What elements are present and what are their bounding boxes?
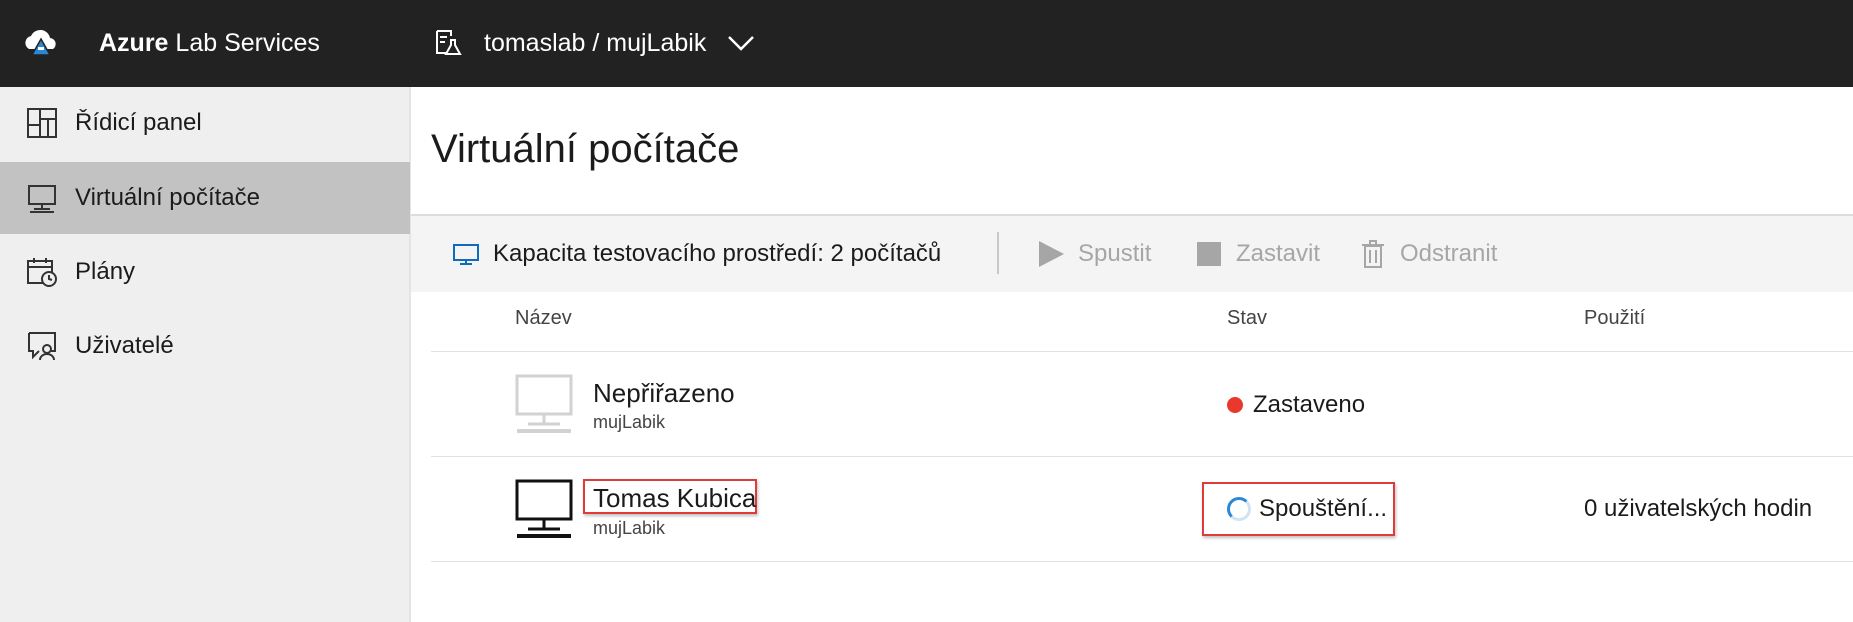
app-title: Azure Lab Services [99,28,320,57]
lab-selector[interactable]: tomaslab / mujLabik [434,20,756,66]
toolbar: Kapacita testovacího prostředí: 2 počíta… [411,216,1853,292]
brand[interactable]: Azure Lab Services [20,18,320,68]
divider [431,456,1853,457]
computer-icon [515,374,573,433]
computer-icon [515,479,573,538]
sidebar-item-users[interactable]: Uživatelé [0,310,410,382]
page-title: Virtuální počítače [431,127,740,171]
stop-icon [1197,242,1221,266]
delete-label: Odstranit [1400,240,1498,267]
capacity-label: Kapacita testovacího prostředí: 2 počíta… [493,240,942,267]
trash-icon [1362,240,1384,268]
start-button[interactable]: Spustit [1036,216,1151,292]
column-header-usage[interactable]: Použití [1584,307,1645,330]
main-content: Virtuální počítače Kapacita testovacího … [411,87,1853,622]
stop-label: Zastavit [1236,240,1321,267]
status-text: Spouštění... [1259,495,1388,522]
status-badge: Spouštění... [1227,495,1387,523]
divider [431,561,1853,562]
sidebar: Řídicí panel Virtuální počítače Plány Už… [0,87,411,622]
chevron-down-icon [728,36,755,51]
sidebar-item-label: Virtuální počítače [75,184,261,211]
lab-flask-icon [436,30,462,55]
capacity-info: Kapacita testovacího prostředí: 2 počíta… [451,216,941,292]
sidebar-item-label: Plány [75,258,136,285]
column-header-status[interactable]: Stav [1227,307,1267,330]
sidebar-item-label: Řídicí panel [75,109,202,136]
sidebar-item-dashboard[interactable]: Řídicí panel [0,87,410,159]
breadcrumb: tomaslab / mujLabik [484,28,707,57]
usage-text: 0 uživatelských hodin [1584,495,1813,522]
vm-name: Nepřiřazeno [593,378,735,408]
spinner-icon [1227,497,1251,521]
monitor-icon [453,244,479,265]
stop-button[interactable]: Zastavit [1194,216,1320,292]
top-bar: Azure Lab Services tomaslab / mujLabik [0,0,1853,87]
vm-lab: mujLabik [593,518,666,538]
users-icon [28,332,56,361]
start-label: Spustit [1078,240,1152,267]
sidebar-item-label: Uživatelé [75,332,174,359]
dashboard-icon [27,108,57,138]
column-header-name[interactable]: Název [515,307,572,330]
delete-button[interactable]: Odstranit [1358,216,1497,292]
status-badge: Zastaveno [1227,391,1365,419]
sidebar-item-virtual-machines[interactable]: Virtuální počítače [0,162,410,234]
calendar-clock-icon [27,258,57,287]
play-icon [1039,241,1064,267]
sidebar-item-schedules[interactable]: Plány [0,236,410,308]
status-dot [1227,397,1243,413]
azure-cloud-logo [25,29,56,56]
monitor-icon [28,185,56,213]
vm-name: Tomas Kubica [593,483,757,513]
toolbar-separator [997,232,999,274]
status-text: Zastaveno [1253,391,1366,418]
vm-lab: mujLabik [593,412,666,432]
divider [431,351,1853,352]
